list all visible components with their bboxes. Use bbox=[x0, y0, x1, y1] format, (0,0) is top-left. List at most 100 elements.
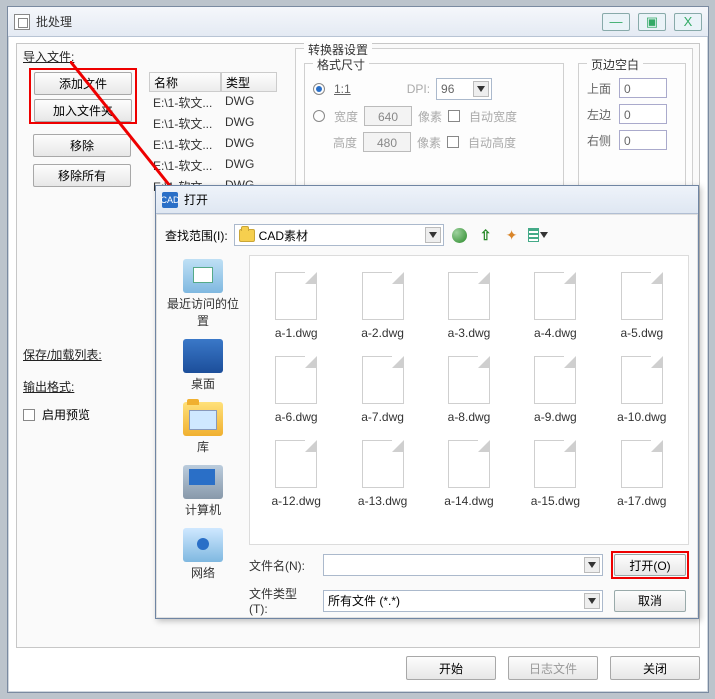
file-name-label: a-15.dwg bbox=[515, 494, 595, 508]
remove-all-button[interactable]: 移除所有 bbox=[33, 164, 131, 187]
width-radio[interactable] bbox=[313, 110, 325, 122]
file-item[interactable]: a-17.dwg bbox=[600, 432, 684, 512]
file-item[interactable]: a-9.dwg bbox=[513, 348, 597, 428]
close-button[interactable]: X bbox=[674, 13, 702, 31]
place-libraries[interactable]: 库 bbox=[165, 402, 241, 455]
file-item[interactable]: a-14.dwg bbox=[427, 432, 511, 512]
enable-preview-checkbox[interactable]: 启用预览 bbox=[23, 406, 90, 423]
import-files-label: 导入文件: bbox=[23, 48, 283, 65]
filename-label: 文件名(N): bbox=[249, 557, 315, 574]
file-name-label: a-17.dwg bbox=[602, 494, 682, 508]
log-file-button[interactable]: 日志文件 bbox=[508, 656, 598, 680]
margin-top-input[interactable]: 0 bbox=[619, 78, 667, 98]
auto-height-checkbox[interactable] bbox=[447, 136, 459, 148]
file-icon bbox=[362, 356, 404, 404]
margin-left-input[interactable]: 0 bbox=[619, 104, 667, 124]
add-file-button[interactable]: 添加文件 bbox=[34, 72, 132, 95]
file-name-label: a-9.dwg bbox=[515, 410, 595, 424]
page-margin-label: 页边空白 bbox=[587, 56, 643, 73]
format-size-label: 格式尺寸 bbox=[313, 56, 369, 73]
start-button[interactable]: 开始 bbox=[406, 656, 496, 680]
table-row[interactable]: E:\1-软文...DWG bbox=[149, 134, 289, 155]
file-name-label: a-3.dwg bbox=[429, 326, 509, 340]
place-recent[interactable]: 最近访问的位置 bbox=[165, 259, 241, 329]
file-name-label: a-5.dwg bbox=[602, 326, 682, 340]
file-icon bbox=[621, 272, 663, 320]
file-icon bbox=[534, 440, 576, 488]
file-icon bbox=[448, 272, 490, 320]
open-button[interactable]: 打开(O) bbox=[614, 554, 686, 576]
col-header-name[interactable]: 名称 bbox=[149, 72, 221, 92]
dpi-combo[interactable]: 96 bbox=[436, 78, 492, 100]
file-item[interactable]: a-7.dwg bbox=[340, 348, 424, 428]
table-row[interactable]: E:\1-软文...DWG bbox=[149, 92, 289, 113]
file-icon bbox=[275, 356, 317, 404]
file-name-label: a-2.dwg bbox=[342, 326, 422, 340]
table-row[interactable]: E:\1-软文...DWG bbox=[149, 113, 289, 134]
file-name-label: a-4.dwg bbox=[515, 326, 595, 340]
file-item[interactable]: a-13.dwg bbox=[340, 432, 424, 512]
cancel-button[interactable]: 取消 bbox=[614, 590, 686, 612]
height-label: 高度 bbox=[333, 134, 357, 151]
views-icon[interactable] bbox=[528, 225, 548, 245]
file-item[interactable]: a-10.dwg bbox=[600, 348, 684, 428]
file-item[interactable]: a-12.dwg bbox=[254, 432, 338, 512]
filename-input[interactable] bbox=[323, 554, 603, 576]
auto-width-checkbox[interactable] bbox=[448, 110, 460, 122]
filetype-combo[interactable]: 所有文件 (*.*) bbox=[323, 590, 603, 612]
lookin-combo[interactable]: CAD素材 bbox=[234, 224, 444, 246]
file-item[interactable]: a-1.dwg bbox=[254, 264, 338, 344]
file-icon bbox=[275, 272, 317, 320]
add-folder-button[interactable]: 加入文件夹 bbox=[34, 99, 132, 122]
file-icon bbox=[534, 272, 576, 320]
back-icon[interactable] bbox=[450, 225, 470, 245]
open-file-dialog: CAD 打开 查找范围(I): CAD素材 ⇧ ✦ 最近访问的位置 桌面 库 计… bbox=[155, 185, 699, 619]
dialog-title: 打开 bbox=[184, 191, 208, 208]
file-icon bbox=[621, 356, 663, 404]
file-item[interactable]: a-3.dwg bbox=[427, 264, 511, 344]
file-item[interactable]: a-4.dwg bbox=[513, 264, 597, 344]
ratio-1-1-radio[interactable] bbox=[313, 83, 325, 95]
new-folder-icon[interactable]: ✦ bbox=[502, 225, 522, 245]
dialog-titlebar[interactable]: CAD 打开 bbox=[156, 186, 698, 214]
file-icon bbox=[275, 440, 317, 488]
app-icon bbox=[14, 14, 30, 30]
up-one-level-icon[interactable]: ⇧ bbox=[476, 225, 496, 245]
place-computer[interactable]: 计算机 bbox=[165, 465, 241, 518]
dpi-label: DPI: bbox=[407, 82, 430, 96]
dialog-app-icon: CAD bbox=[162, 192, 178, 208]
save-load-list-label: 保存/加载列表: bbox=[23, 346, 102, 363]
file-item[interactable]: a-6.dwg bbox=[254, 348, 338, 428]
titlebar[interactable]: 批处理 — ▣ X bbox=[8, 7, 708, 37]
chevron-down-icon bbox=[584, 557, 600, 573]
minimize-button[interactable]: — bbox=[602, 13, 630, 31]
col-header-type[interactable]: 类型 bbox=[221, 72, 277, 92]
file-item[interactable]: a-15.dwg bbox=[513, 432, 597, 512]
margin-right-input[interactable]: 0 bbox=[619, 130, 667, 150]
maximize-button[interactable]: ▣ bbox=[638, 13, 666, 31]
ratio-1-1-label: 1:1 bbox=[334, 82, 351, 96]
checkbox-icon bbox=[23, 409, 35, 421]
file-icon bbox=[362, 272, 404, 320]
width-value: 640 bbox=[364, 106, 412, 126]
width-label: 宽度 bbox=[334, 108, 358, 125]
file-item[interactable]: a-2.dwg bbox=[340, 264, 424, 344]
file-list-table: 名称 类型 E:\1-软文...DWGE:\1-软文...DWGE:\1-软文.… bbox=[149, 72, 289, 197]
place-desktop[interactable]: 桌面 bbox=[165, 339, 241, 392]
file-name-label: a-12.dwg bbox=[256, 494, 336, 508]
place-network[interactable]: 网络 bbox=[165, 528, 241, 581]
highlight-add-buttons: 添加文件 加入文件夹 bbox=[29, 68, 137, 124]
file-item[interactable]: a-8.dwg bbox=[427, 348, 511, 428]
chevron-down-icon bbox=[584, 593, 600, 609]
file-name-label: a-13.dwg bbox=[342, 494, 422, 508]
file-item[interactable]: a-5.dwg bbox=[600, 264, 684, 344]
places-sidebar: 最近访问的位置 桌面 库 计算机 网络 bbox=[161, 255, 245, 613]
chevron-down-icon bbox=[425, 227, 441, 243]
remove-button[interactable]: 移除 bbox=[33, 134, 131, 157]
folder-icon bbox=[239, 229, 255, 242]
file-name-label: a-8.dwg bbox=[429, 410, 509, 424]
output-format-label: 输出格式: bbox=[23, 378, 74, 395]
table-row[interactable]: E:\1-软文...DWG bbox=[149, 155, 289, 176]
close-window-button[interactable]: 关闭 bbox=[610, 656, 700, 680]
file-browser-area[interactable]: a-1.dwg a-2.dwg a-3.dwg a-4.dwg a-5.dwg a-6.d… bbox=[249, 255, 689, 545]
